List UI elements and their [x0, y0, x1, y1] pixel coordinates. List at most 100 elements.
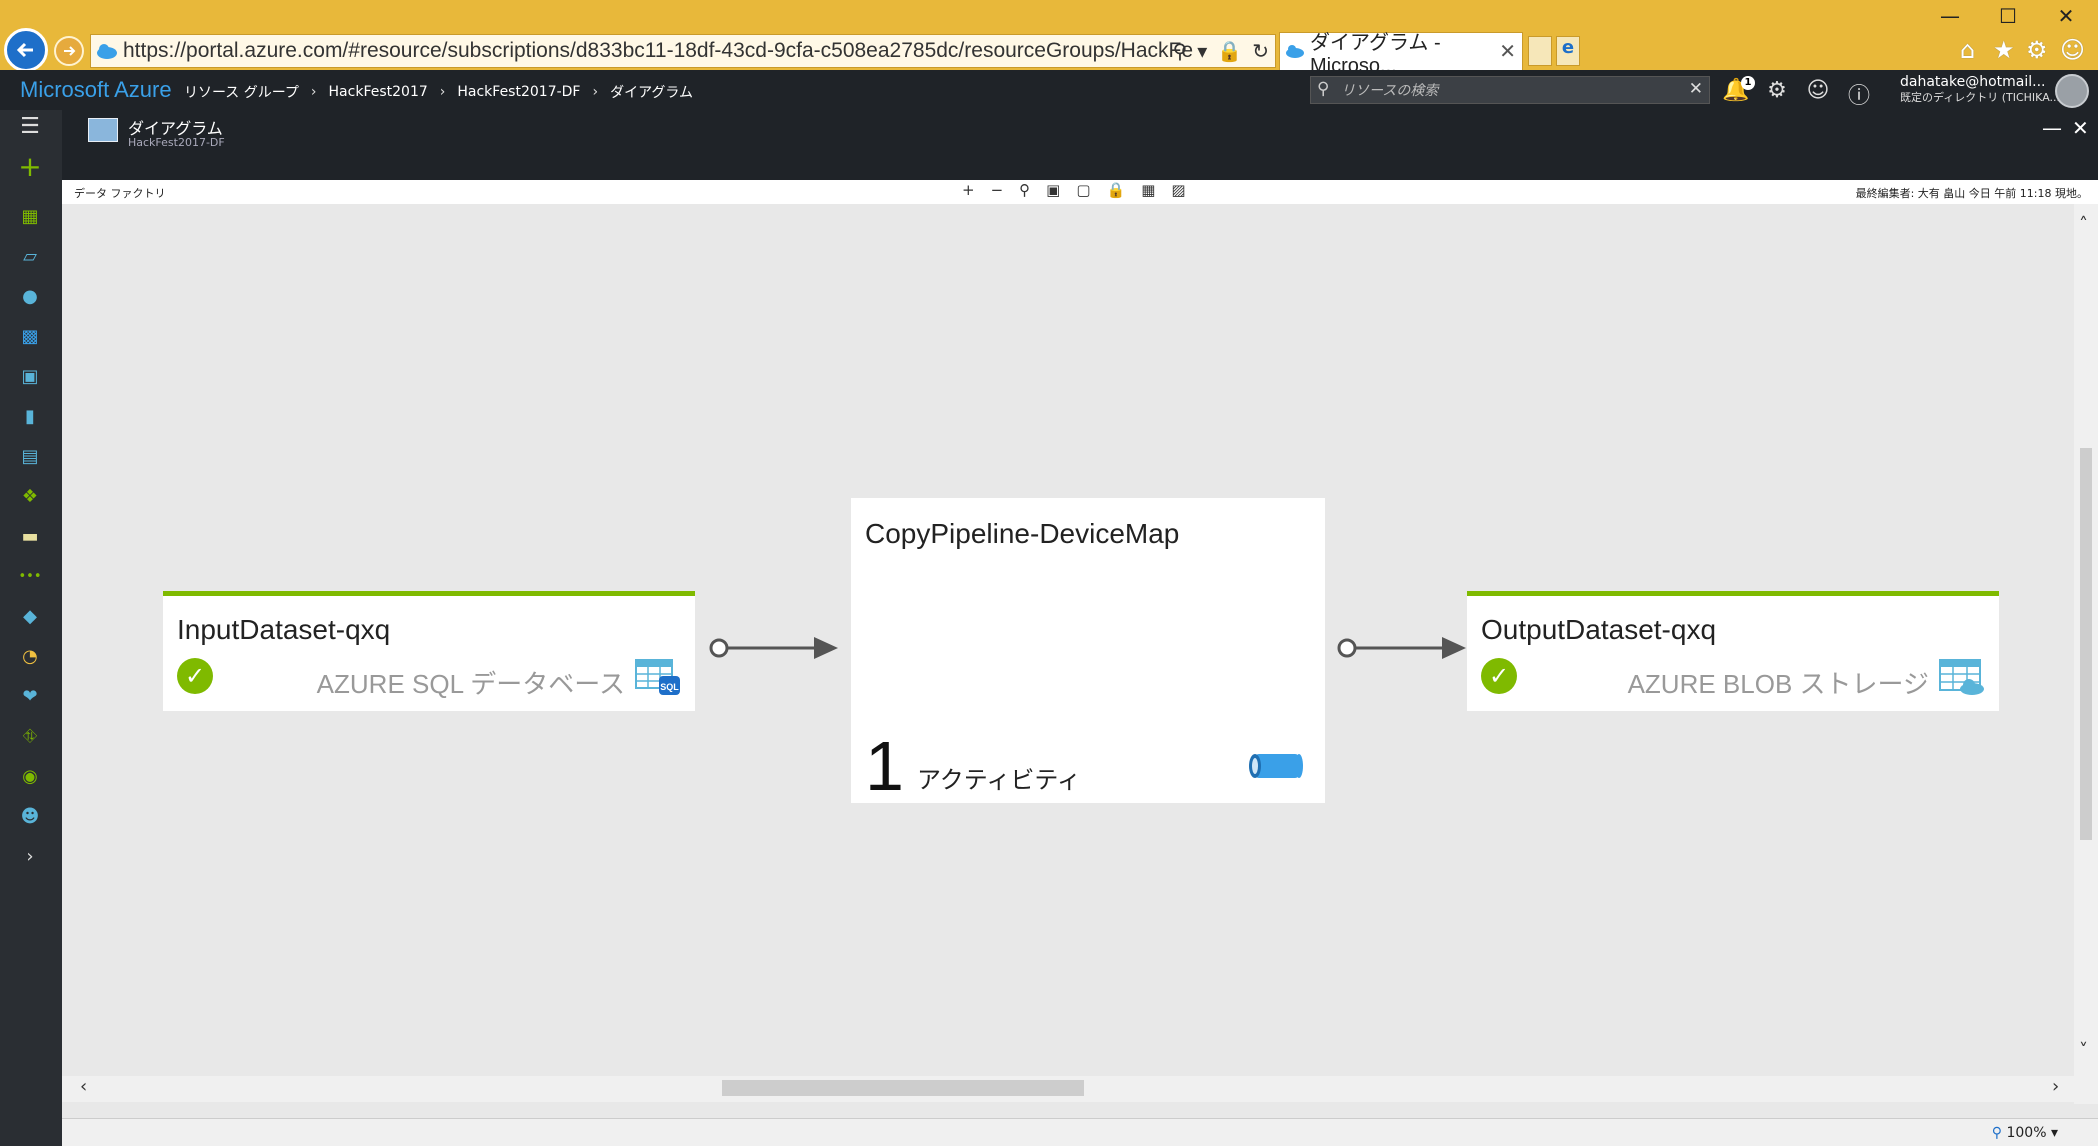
- scroll-right-icon[interactable]: ›: [2052, 1076, 2059, 1097]
- diagram-blade-icon: [88, 118, 118, 142]
- activity-label: アクティビティ: [917, 766, 1081, 794]
- help-icon[interactable]: ⓘ: [1845, 78, 1873, 110]
- horizontal-scrollbar[interactable]: ‹ ›: [62, 1076, 2074, 1102]
- pipeline-title: CopyPipeline-DeviceMap: [865, 518, 1180, 549]
- dropdown-icon[interactable]: ▾: [1197, 39, 1207, 63]
- dashboard-grid-icon[interactable]: ▦: [18, 204, 42, 228]
- status-check-icon: ✓: [1481, 658, 1517, 694]
- resource-search-input[interactable]: ⚲ リソースの検索 ✕: [1310, 76, 1710, 104]
- breadcrumb-item[interactable]: ダイアグラム: [610, 82, 693, 102]
- chevron-right-icon: ›: [310, 84, 317, 100]
- auto-layout-icon[interactable]: ▦: [1141, 181, 1155, 199]
- activity-count: 1: [865, 727, 904, 805]
- horizontal-scroll-thumb[interactable]: [722, 1080, 1084, 1096]
- zoom-in-icon[interactable]: +: [962, 181, 975, 199]
- active-directory-icon[interactable]: ◆: [18, 604, 42, 628]
- advisor-icon[interactable]: ❤: [18, 684, 42, 708]
- blade-header: ダイアグラム HackFest2017-DF — ✕: [62, 110, 2098, 180]
- scroll-up-icon[interactable]: ˄: [2079, 214, 2088, 235]
- scroll-down-icon[interactable]: ˅: [2079, 1040, 2088, 1061]
- feedback-smiley-icon[interactable]: ☺: [1804, 78, 1832, 103]
- zoom-out-icon[interactable]: −: [991, 181, 1004, 199]
- azure-cloud-icon: [97, 44, 117, 59]
- avatar[interactable]: [2055, 74, 2089, 108]
- back-button[interactable]: [4, 28, 48, 72]
- storage-account-icon[interactable]: ▬: [18, 524, 42, 548]
- connector-arrow: [709, 637, 838, 659]
- dataset-title: InputDataset-qxq: [177, 614, 391, 645]
- sql-database-icon[interactable]: ▩: [18, 324, 42, 348]
- url-text[interactable]: https://portal.azure.com/#resource/subsc…: [123, 39, 1193, 63]
- vertical-scroll-thumb[interactable]: [2080, 448, 2092, 840]
- database-cylinder-icon[interactable]: ▮: [18, 404, 42, 428]
- settings-gear-icon[interactable]: ⚙: [2026, 36, 2048, 64]
- chevron-right-icon: ›: [592, 84, 599, 100]
- resource-groups-cube-icon[interactable]: ▱: [18, 244, 42, 268]
- edge-tab-icon[interactable]: e: [1556, 36, 1580, 66]
- security-shield-icon[interactable]: ⛗: [18, 724, 42, 748]
- search-icon: ⚲: [1317, 79, 1330, 99]
- user-email: dahatake@hotmail...: [1900, 74, 2046, 90]
- scroll-left-icon[interactable]: ‹: [80, 1076, 87, 1097]
- address-bar[interactable]: https://portal.azure.com/#resource/subsc…: [90, 34, 1276, 68]
- monitor-gauge-icon[interactable]: ◔: [18, 644, 42, 668]
- virtual-machine-icon[interactable]: ▤: [18, 444, 42, 468]
- tab-close-icon[interactable]: ✕: [1499, 39, 1516, 64]
- azure-brand[interactable]: Microsoft Azure: [20, 77, 172, 103]
- zoom-level[interactable]: ⚲ 100% ▾: [1992, 1125, 2058, 1141]
- copy-pipeline-node[interactable]: CopyPipeline-DeviceMap 1 アクティビティ: [851, 498, 1325, 805]
- minimize-blade-icon[interactable]: —: [2042, 116, 2062, 140]
- breadcrumb: リソース グループ › HackFest2017 › HackFest2017-…: [184, 82, 693, 102]
- forward-button[interactable]: [54, 36, 84, 66]
- settings-gear-icon[interactable]: ⚙: [1763, 78, 1791, 103]
- lock-icon[interactable]: 🔒: [1217, 39, 1242, 63]
- pipeline-tube-icon: [1249, 754, 1303, 778]
- chevron-right-icon: ›: [439, 84, 446, 100]
- refresh-icon[interactable]: ↻: [1252, 39, 1269, 63]
- browser-tab-active[interactable]: ダイアグラム - Microso... ✕: [1279, 32, 1523, 77]
- cost-management-icon[interactable]: ◉: [18, 764, 42, 788]
- maximize-icon[interactable]: ☐: [1988, 4, 2028, 28]
- clear-search-icon[interactable]: ✕: [1689, 79, 1703, 99]
- blob-storage-icon: [1939, 659, 1984, 695]
- svg-text:SQL: SQL: [660, 682, 679, 692]
- breadcrumb-item[interactable]: リソース グループ: [184, 82, 299, 102]
- vertical-scrollbar[interactable]: ˄ ˅: [2074, 204, 2098, 1104]
- search-icon[interactable]: ⚲: [1173, 39, 1188, 63]
- minimap-icon[interactable]: ▨: [1171, 181, 1185, 199]
- virtual-network-icon[interactable]: •••: [18, 564, 42, 588]
- dataset-title: OutputDataset-qxq: [1481, 614, 1717, 645]
- all-resources-globe-icon[interactable]: ●: [18, 284, 42, 308]
- feedback-smiley-icon[interactable]: ☺: [2060, 36, 2085, 64]
- minimize-icon[interactable]: —: [1930, 4, 1970, 28]
- close-blade-icon[interactable]: ✕: [2072, 116, 2089, 140]
- diagram-canvas[interactable]: InputDataset-qxq ✓ AZURE SQL データベース SQL …: [62, 204, 2098, 1104]
- lock-layout-icon[interactable]: 🔒: [1107, 181, 1126, 199]
- output-dataset-node[interactable]: OutputDataset-qxq ✓ AZURE BLOB ストレージ: [1467, 591, 1999, 711]
- connector-arrow: [1337, 637, 1466, 659]
- input-dataset-node[interactable]: InputDataset-qxq ✓ AZURE SQL データベース SQL: [163, 591, 695, 711]
- azure-cloud-icon: [1286, 45, 1304, 58]
- new-resource-plus-icon[interactable]: +: [18, 150, 42, 183]
- zoom-fit-icon[interactable]: ⚲: [1019, 181, 1030, 199]
- close-window-icon[interactable]: ✕: [2046, 4, 2086, 28]
- select-icon[interactable]: ▢: [1076, 181, 1090, 199]
- hamburger-menu-icon[interactable]: ☰: [18, 114, 42, 139]
- breadcrumb-item[interactable]: HackFest2017: [329, 84, 428, 100]
- browser-status-bar: ⚲ 100% ▾: [62, 1118, 2098, 1146]
- user-account[interactable]: dahatake@hotmail... 既定のディレクトリ (TICHIKA..…: [1900, 74, 2060, 106]
- back-arrow-icon: [16, 42, 33, 58]
- app-services-icon[interactable]: ▣: [18, 364, 42, 388]
- home-icon[interactable]: ⌂: [1960, 36, 1975, 64]
- new-tab-button[interactable]: [1528, 36, 1552, 66]
- notification-badge: 1: [1741, 76, 1755, 90]
- fit-to-screen-icon[interactable]: ▣: [1046, 181, 1060, 199]
- network-diamond-icon[interactable]: ❖: [18, 484, 42, 508]
- help-support-icon[interactable]: ☻: [18, 804, 42, 828]
- more-services-chevron-icon[interactable]: ›: [18, 844, 42, 868]
- sql-table-icon: SQL: [635, 659, 680, 695]
- favorites-star-icon[interactable]: ★: [1993, 36, 2015, 64]
- status-check-icon: ✓: [177, 658, 213, 694]
- breadcrumb-item[interactable]: HackFest2017-DF: [457, 84, 580, 100]
- browser-chrome: — ☐ ✕ https://portal.azure.com/#resource…: [0, 0, 2098, 77]
